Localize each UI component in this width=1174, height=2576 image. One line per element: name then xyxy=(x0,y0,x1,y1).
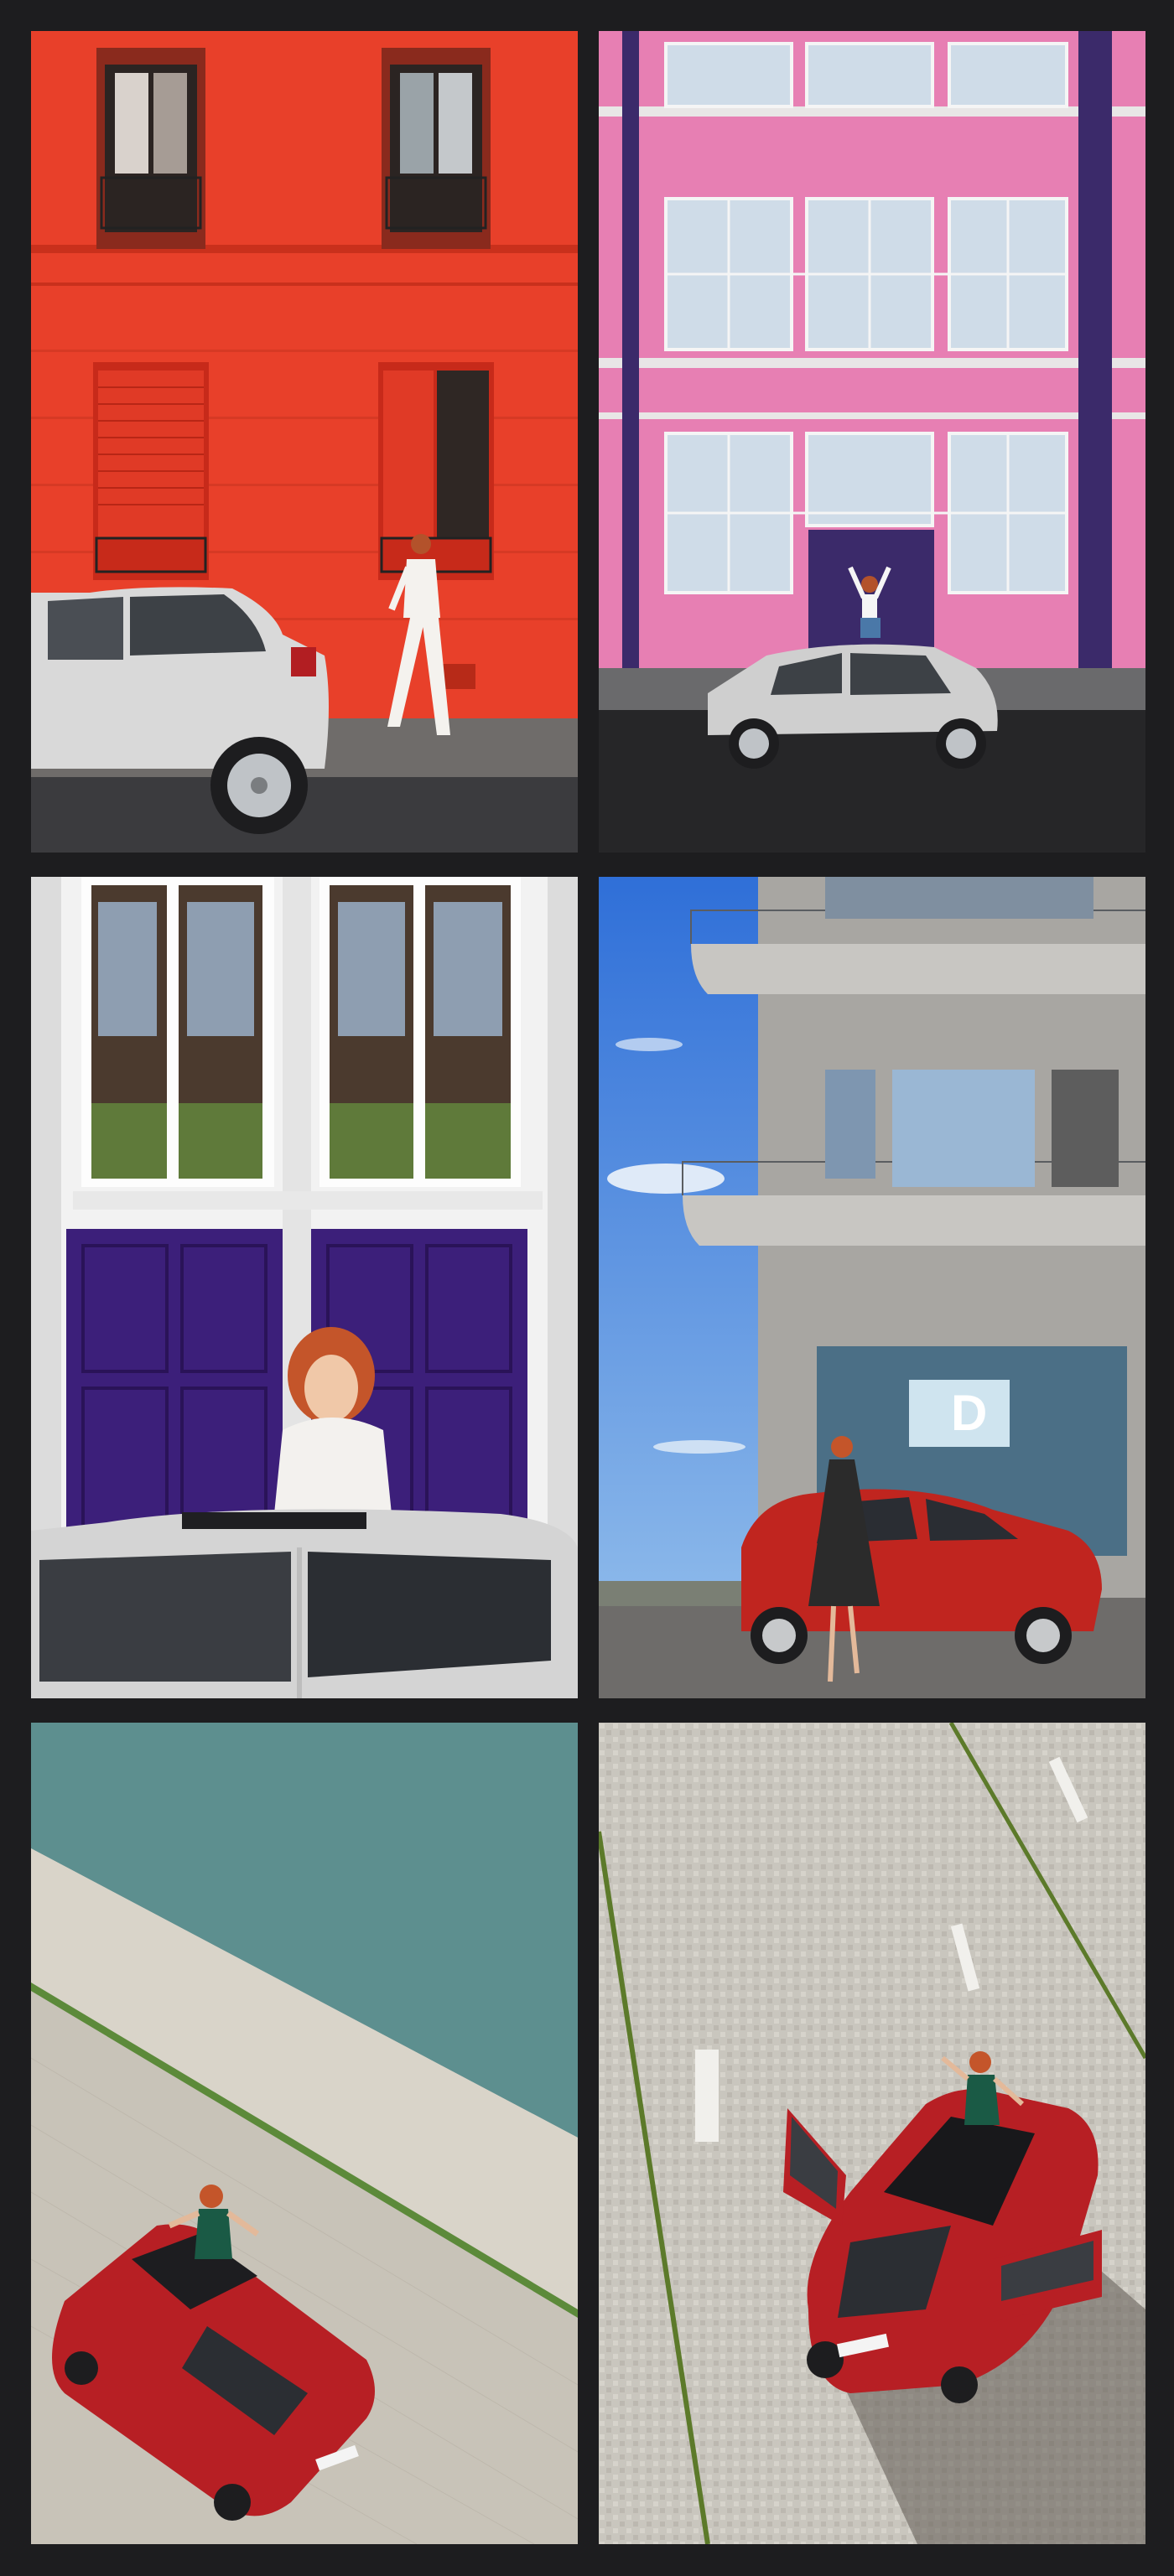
photo-pink-building[interactable] xyxy=(599,31,1145,853)
photo-purple-doors[interactable] xyxy=(31,877,578,1698)
photo-purple-doors-image xyxy=(31,877,578,1698)
photo-pink-building-image xyxy=(599,31,1145,853)
photo-red-facade-image xyxy=(31,31,578,853)
photo-grid: D xyxy=(31,31,1145,2545)
photo-concrete-building[interactable]: D xyxy=(599,877,1145,1698)
photo-cobblestone-aerial[interactable] xyxy=(599,1723,1145,2544)
svg-text:D: D xyxy=(951,1385,987,1441)
photo-canal-quay-image xyxy=(31,1723,578,2544)
photo-concrete-building-image: D xyxy=(599,877,1145,1698)
photo-cobblestone-aerial-image xyxy=(599,1723,1145,2544)
photo-red-facade[interactable] xyxy=(31,31,578,853)
photo-canal-quay[interactable] xyxy=(31,1723,578,2544)
